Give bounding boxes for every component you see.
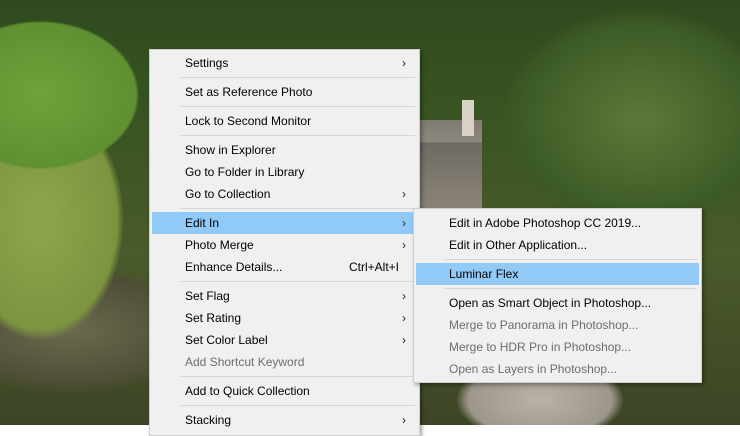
menu-separator	[180, 77, 415, 78]
menu-separator	[180, 106, 415, 107]
menu-item-label: Set Flag	[185, 289, 230, 303]
menu-item-go-to-collection[interactable]: Go to Collection ›	[152, 183, 417, 205]
menu-item-label: Add to Quick Collection	[185, 384, 310, 398]
chevron-right-icon: ›	[402, 311, 406, 325]
submenu-item-open-smart-object[interactable]: Open as Smart Object in Photoshop...	[416, 292, 699, 314]
menu-item-label: Lock to Second Monitor	[185, 114, 312, 128]
submenu-item-open-as-layers: Open as Layers in Photoshop...	[416, 358, 699, 380]
shortcut-label: Ctrl+Alt+I	[348, 260, 399, 274]
menu-item-label: Settings	[185, 56, 229, 70]
menu-item-label: Enhance Details...	[185, 260, 283, 274]
menu-separator	[180, 208, 415, 209]
chevron-right-icon: ›	[402, 187, 406, 201]
menu-separator	[180, 405, 415, 406]
chevron-right-icon: ›	[402, 56, 406, 70]
menu-item-label: Set Rating	[185, 311, 242, 325]
menu-item-stacking[interactable]: Stacking ›	[152, 409, 417, 431]
submenu-item-merge-panorama: Merge to Panorama in Photoshop...	[416, 314, 699, 336]
menu-item-label: Photo Merge	[185, 238, 254, 252]
chevron-right-icon: ›	[402, 333, 406, 347]
menu-item-edit-in[interactable]: Edit In ›	[152, 212, 417, 234]
menu-item-enhance-details[interactable]: Enhance Details... Ctrl+Alt+I	[152, 256, 417, 278]
menu-item-show-in-explorer[interactable]: Show in Explorer	[152, 139, 417, 161]
menu-item-label: Set Color Label	[185, 333, 268, 347]
context-menu: Settings › Set as Reference Photo Lock t…	[149, 49, 420, 436]
submenu-item-edit-in-other-app[interactable]: Edit in Other Application...	[416, 234, 699, 256]
menu-item-go-to-folder[interactable]: Go to Folder in Library	[152, 161, 417, 183]
menu-separator	[444, 288, 697, 289]
menu-separator	[444, 259, 697, 260]
menu-item-set-rating[interactable]: Set Rating ›	[152, 307, 417, 329]
menu-item-label: Edit in Adobe Photoshop CC 2019...	[449, 216, 642, 230]
menu-item-label: Add Shortcut Keyword	[185, 355, 305, 369]
submenu-item-merge-hdr: Merge to HDR Pro in Photoshop...	[416, 336, 699, 358]
chevron-right-icon: ›	[402, 289, 406, 303]
chevron-right-icon: ›	[402, 216, 406, 230]
menu-item-set-flag[interactable]: Set Flag ›	[152, 285, 417, 307]
menu-item-label: Luminar Flex	[449, 267, 519, 281]
menu-item-label: Open as Layers in Photoshop...	[449, 362, 618, 376]
menu-item-label: Show in Explorer	[185, 143, 276, 157]
menu-separator	[180, 376, 415, 377]
menu-item-label: Edit In	[185, 216, 220, 230]
menu-item-label: Go to Collection	[185, 187, 271, 201]
menu-item-label: Go to Folder in Library	[185, 165, 305, 179]
menu-item-label: Merge to Panorama in Photoshop...	[449, 318, 639, 332]
menu-item-photo-merge[interactable]: Photo Merge ›	[152, 234, 417, 256]
menu-item-settings[interactable]: Settings ›	[152, 52, 417, 74]
edit-in-submenu: Edit in Adobe Photoshop CC 2019... Edit …	[413, 208, 702, 383]
menu-item-add-to-quick-collection[interactable]: Add to Quick Collection	[152, 380, 417, 402]
menu-item-label: Open as Smart Object in Photoshop...	[449, 296, 652, 310]
menu-item-set-reference-photo[interactable]: Set as Reference Photo	[152, 81, 417, 103]
chevron-right-icon: ›	[402, 413, 406, 427]
chevron-right-icon: ›	[402, 238, 406, 252]
menu-item-label: Set as Reference Photo	[185, 85, 313, 99]
menu-separator	[180, 135, 415, 136]
submenu-item-edit-in-photoshop[interactable]: Edit in Adobe Photoshop CC 2019...	[416, 212, 699, 234]
submenu-item-luminar-flex[interactable]: Luminar Flex	[416, 263, 699, 285]
menu-item-set-color-label[interactable]: Set Color Label ›	[152, 329, 417, 351]
menu-item-label: Merge to HDR Pro in Photoshop...	[449, 340, 632, 354]
menu-item-lock-second-monitor[interactable]: Lock to Second Monitor	[152, 110, 417, 132]
menu-item-label: Edit in Other Application...	[449, 238, 588, 252]
menu-separator	[180, 281, 415, 282]
background-chimney	[462, 100, 474, 136]
menu-item-add-shortcut-keyword: Add Shortcut Keyword	[152, 351, 417, 373]
